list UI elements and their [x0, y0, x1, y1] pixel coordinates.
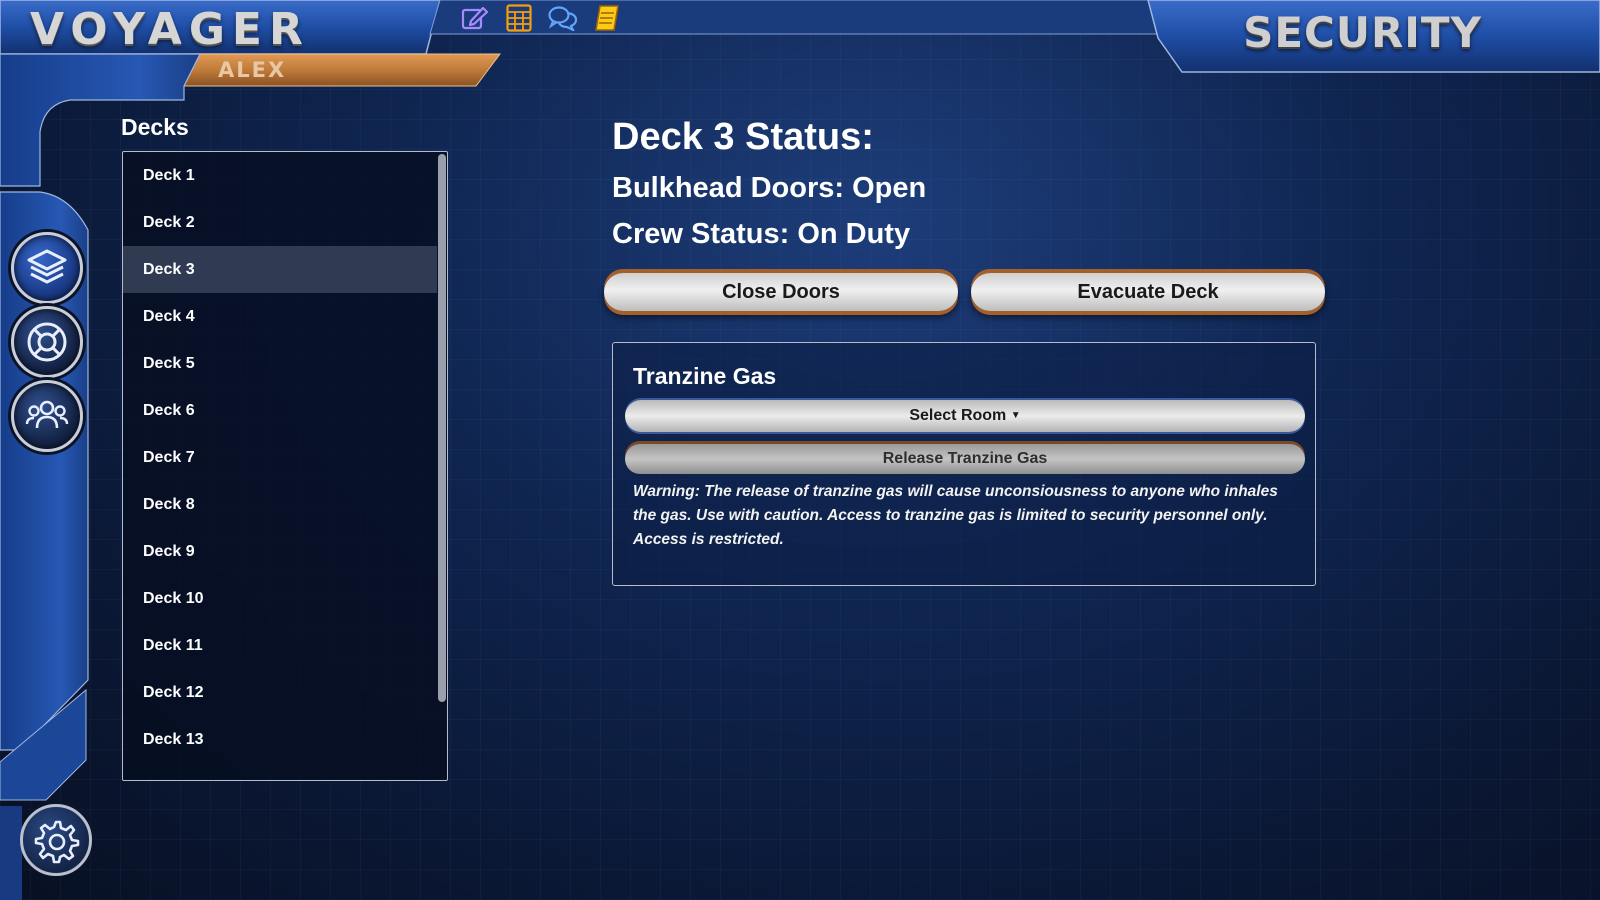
decks-list[interactable]: Deck 1 Deck 2 Deck 3 Deck 4 Deck 5 Deck … — [122, 151, 448, 781]
crew-status: Crew Status: On Duty — [612, 218, 911, 250]
deck-item-10[interactable]: Deck 10 — [123, 575, 437, 622]
deck-item-11[interactable]: Deck 11 — [123, 622, 437, 669]
pencil-edit-icon[interactable] — [460, 3, 490, 33]
chat-bubbles-icon[interactable] — [548, 3, 578, 33]
deck-item-9[interactable]: Deck 9 — [123, 528, 437, 575]
calculator-icon[interactable] — [504, 3, 534, 33]
bulkhead-status: Bulkhead Doors: Open — [612, 172, 927, 204]
deck-item-12[interactable]: Deck 12 — [123, 669, 437, 716]
toolbar — [460, 3, 622, 33]
deck-item-6[interactable]: Deck 6 — [123, 387, 437, 434]
gear-icon — [34, 820, 80, 864]
settings-button[interactable] — [20, 804, 92, 876]
select-room-label: Select Room — [909, 407, 1007, 424]
crew-nav-button[interactable] — [11, 380, 83, 452]
crew-icon — [25, 400, 69, 429]
layers-icon — [27, 249, 67, 284]
emergency-nav-button[interactable] — [11, 306, 83, 378]
section-title: SECURITY — [1243, 8, 1482, 57]
deck-item-7[interactable]: Deck 7 — [123, 434, 437, 481]
decks-scrollbar[interactable] — [437, 152, 447, 780]
app-title: VOYAGER — [30, 4, 310, 55]
caret-down-icon: ▼ — [1010, 410, 1021, 421]
select-room-dropdown[interactable]: Select Room ▼ — [625, 400, 1305, 432]
deck-item-1[interactable]: Deck 1 — [123, 152, 437, 199]
gas-panel-title: Tranzine Gas — [633, 363, 777, 389]
deck-item-13[interactable]: Deck 13 — [123, 716, 437, 763]
decks-nav-button[interactable] — [11, 232, 83, 304]
user-name: ALEX — [218, 58, 287, 82]
deck-item-3[interactable]: Deck 3 — [123, 246, 437, 293]
deck-item-8[interactable]: Deck 8 — [123, 481, 437, 528]
close-doors-button[interactable]: Close Doors — [604, 273, 958, 311]
decks-heading: Decks — [121, 114, 189, 140]
deck-item-5[interactable]: Deck 5 — [123, 340, 437, 387]
decks-scrollbar-thumb[interactable] — [438, 154, 446, 702]
deck-item-2[interactable]: Deck 2 — [123, 199, 437, 246]
deck-item-4[interactable]: Deck 4 — [123, 293, 437, 340]
lifebuoy-icon — [27, 322, 67, 362]
evacuate-deck-button[interactable]: Evacuate Deck — [971, 273, 1325, 311]
release-gas-button[interactable]: Release Tranzine Gas — [625, 444, 1305, 474]
gas-warning-text: Warning: The release of tranzine gas wil… — [633, 483, 1278, 548]
tranzine-gas-panel: Tranzine Gas Select Room ▼ Release Tranz… — [612, 342, 1316, 586]
deck-status-title: Deck 3 Status: — [612, 116, 874, 158]
notebook-icon[interactable] — [592, 3, 622, 33]
